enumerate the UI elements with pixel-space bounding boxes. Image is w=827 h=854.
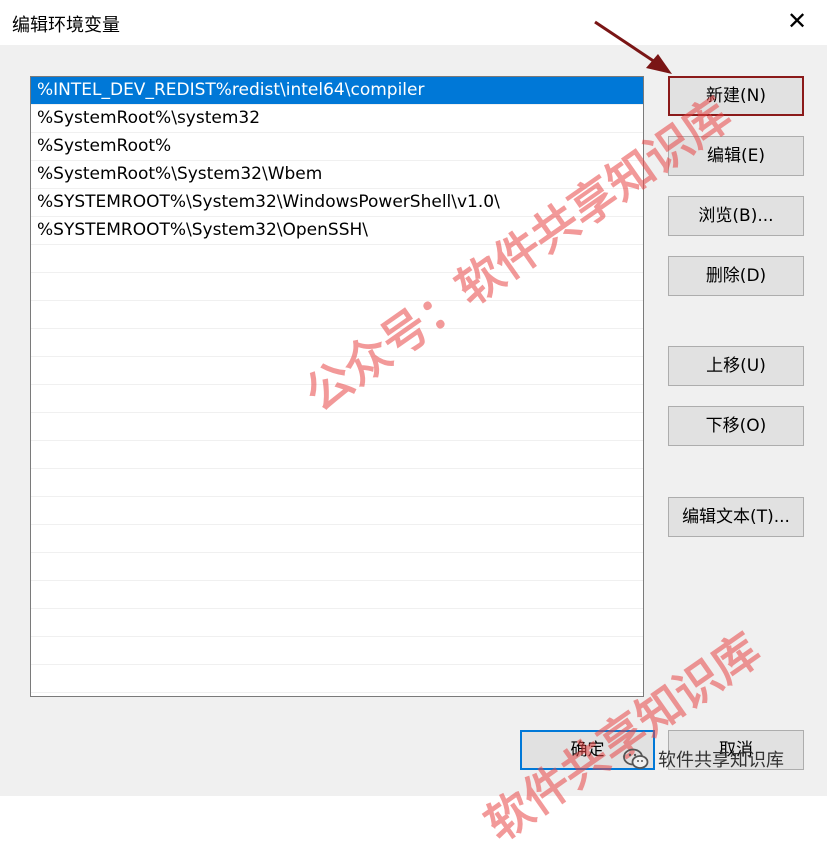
empty-row[interactable] (31, 301, 643, 329)
empty-row[interactable] (31, 497, 643, 525)
edit-text-button[interactable]: 编辑文本(T)... (668, 497, 804, 537)
footer-logo: 软件共享知识库 (622, 746, 784, 772)
delete-button[interactable]: 删除(D) (668, 256, 804, 296)
list-item[interactable]: %SystemRoot%\system32 (31, 105, 643, 133)
empty-row[interactable] (31, 525, 643, 553)
empty-row[interactable] (31, 637, 643, 665)
move-down-button[interactable]: 下移(O) (668, 406, 804, 446)
list-item[interactable]: %INTEL_DEV_REDIST%redist\intel64\compile… (31, 77, 643, 105)
empty-row[interactable] (31, 581, 643, 609)
list-item[interactable]: %SystemRoot% (31, 133, 643, 161)
empty-row[interactable] (31, 441, 643, 469)
footer-text: 软件共享知识库 (658, 750, 784, 771)
empty-row[interactable] (31, 665, 643, 693)
move-up-button[interactable]: 上移(U) (668, 346, 804, 386)
empty-row[interactable] (31, 273, 643, 301)
wechat-icon (623, 748, 649, 769)
window-title: 编辑环境变量 (12, 15, 120, 36)
empty-row[interactable] (31, 609, 643, 637)
title-bar: 编辑环境变量 ✕ (0, 0, 827, 45)
empty-row[interactable] (31, 469, 643, 497)
empty-row[interactable] (31, 553, 643, 581)
browse-button[interactable]: 浏览(B)... (668, 196, 804, 236)
close-icon[interactable]: ✕ (785, 9, 809, 33)
list-item[interactable]: %SystemRoot%\System32\Wbem (31, 161, 643, 189)
